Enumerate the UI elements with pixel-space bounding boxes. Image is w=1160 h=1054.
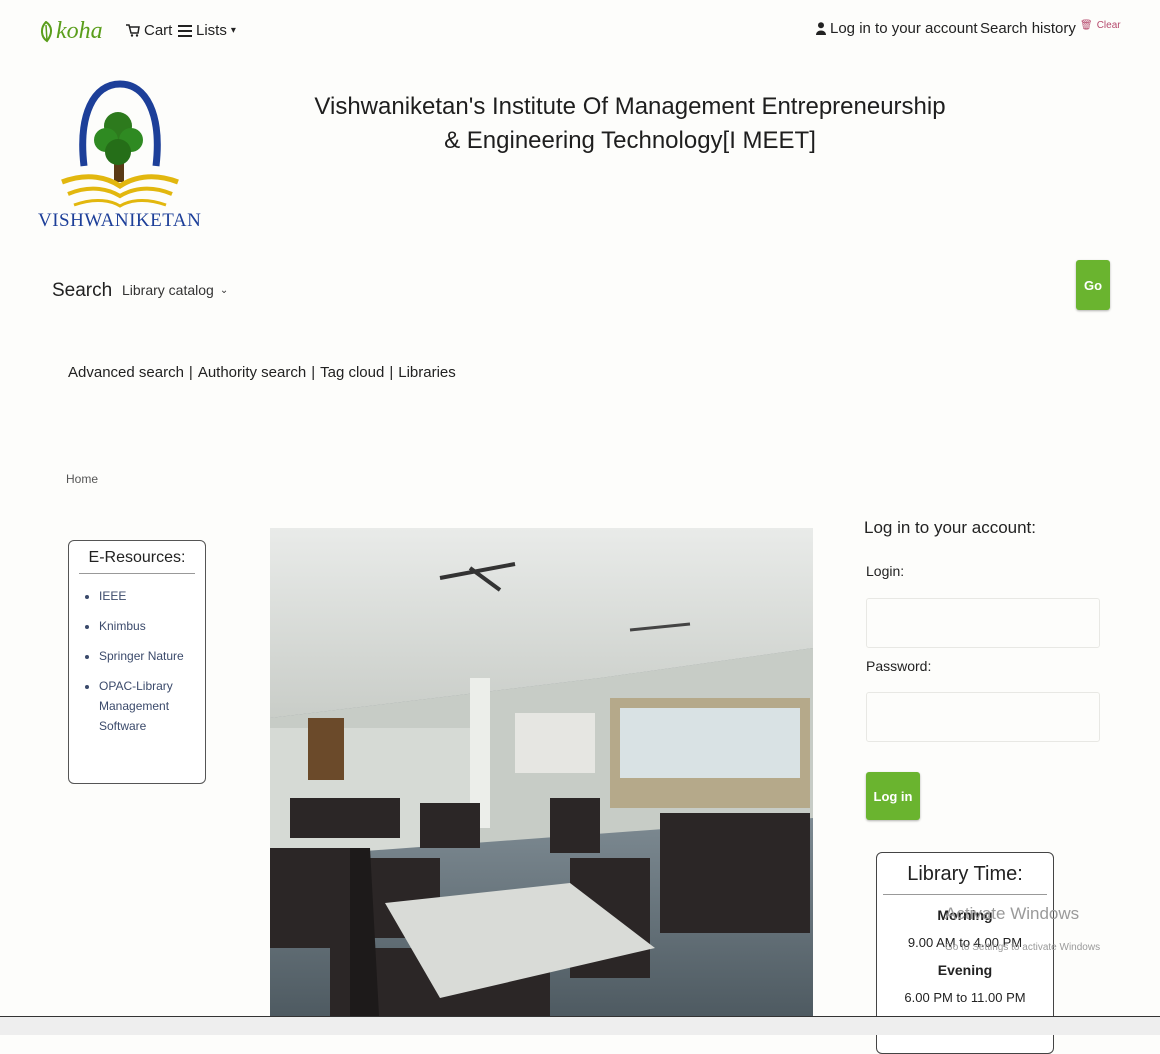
activate-windows-subtext: Go to Settings to activate Windows: [945, 942, 1101, 953]
authority-search-link[interactable]: Authority search: [198, 364, 306, 381]
log-in-label: Log in: [873, 788, 913, 804]
cart-link[interactable]: Cart: [126, 22, 172, 39]
search-bar: Search Library catalog ⌄ Go: [52, 260, 1122, 312]
e-resource-knimbus[interactable]: Knimbus: [99, 616, 205, 636]
advanced-search-link[interactable]: Advanced search: [68, 364, 184, 381]
library-interior-image: [270, 528, 813, 1034]
koha-logo[interactable]: koha: [38, 18, 103, 45]
link-separator: |: [389, 364, 394, 381]
institute-title: Vishwaniketan's Institute Of Management …: [260, 90, 1000, 158]
login-panel-title: Log in to your account:: [864, 518, 1037, 537]
caret-down-icon: ▾: [230, 25, 236, 36]
e-resource-opac[interactable]: OPAC-Library Management Software: [99, 676, 205, 736]
koha-brand-text: koha: [56, 18, 103, 44]
clear-label: Clear: [1096, 20, 1121, 31]
breadcrumb: Home: [66, 472, 98, 486]
institute-title-line2: & Engineering Technology[I MEET]: [444, 127, 816, 154]
e-resources-title: E-Resources:: [79, 549, 195, 574]
institute-logo-text: VISHWANIKETAN: [38, 210, 202, 231]
go-label: Go: [1083, 277, 1103, 293]
evening-label: Evening: [937, 962, 993, 978]
link-separator: |: [188, 364, 193, 381]
search-scope-select[interactable]: Library catalog ⌄: [122, 282, 228, 298]
search-history-label: Search history: [980, 20, 1076, 37]
screen-bottom-edge: [0, 1016, 1160, 1035]
top-navbar: koha Cart Lists ▾ Log in to your account…: [0, 0, 1160, 60]
login-nav-label: Log in to your account: [830, 20, 978, 37]
libraries-link[interactable]: Libraries: [398, 364, 456, 381]
search-history-link[interactable]: Search history: [980, 20, 1076, 37]
lists-dropdown[interactable]: Lists ▾: [178, 22, 236, 39]
library-photo: [270, 528, 813, 1034]
search-scope-value: Library catalog: [122, 282, 214, 298]
e-resources-panel: E-Resources: IEEE Knimbus Springer Natur…: [68, 540, 206, 784]
search-label: Search: [52, 280, 113, 301]
institute-title-line1: Vishwaniketan's Institute Of Management …: [314, 93, 946, 120]
password-label: Password:: [866, 658, 932, 674]
log-in-button[interactable]: Log in: [866, 772, 920, 820]
login-nav-link[interactable]: Log in to your account: [816, 20, 978, 37]
list-icon: [178, 24, 192, 37]
e-resource-ieee[interactable]: IEEE: [99, 586, 205, 606]
institute-logo[interactable]: VISHWANIKETAN: [38, 74, 203, 234]
login-field[interactable]: [866, 598, 1100, 648]
login-label: Login:: [866, 563, 905, 579]
e-resources-list: IEEE Knimbus Springer Nature OPAC-Librar…: [69, 586, 205, 736]
cart-label: Cart: [144, 22, 173, 39]
link-separator: |: [311, 364, 316, 381]
activate-windows-watermark: Activate Windows: [945, 904, 1080, 923]
breadcrumb-home[interactable]: Home: [66, 472, 98, 486]
library-time-title: Library Time:: [883, 863, 1047, 895]
go-button[interactable]: Go: [1076, 260, 1110, 310]
search-links: Advanced search | Authority search | Tag clo…: [68, 364, 456, 381]
e-resource-springer-nature[interactable]: Springer Nature: [99, 646, 205, 666]
trash-icon: 🗑: [1080, 20, 1093, 31]
koha-leaf-icon: [41, 20, 52, 42]
chevron-down-icon: ⌄: [219, 284, 229, 296]
password-field[interactable]: [866, 692, 1100, 742]
user-icon: [816, 22, 826, 35]
search-input[interactable]: [232, 276, 1066, 308]
clear-history-link[interactable]: 🗑 Clear: [1080, 20, 1121, 31]
tag-cloud-link[interactable]: Tag cloud: [320, 364, 384, 381]
cart-icon: [126, 24, 140, 37]
lists-label: Lists: [196, 22, 227, 39]
evening-hours: 6.00 PM to 11.00 PM: [904, 990, 1026, 1005]
